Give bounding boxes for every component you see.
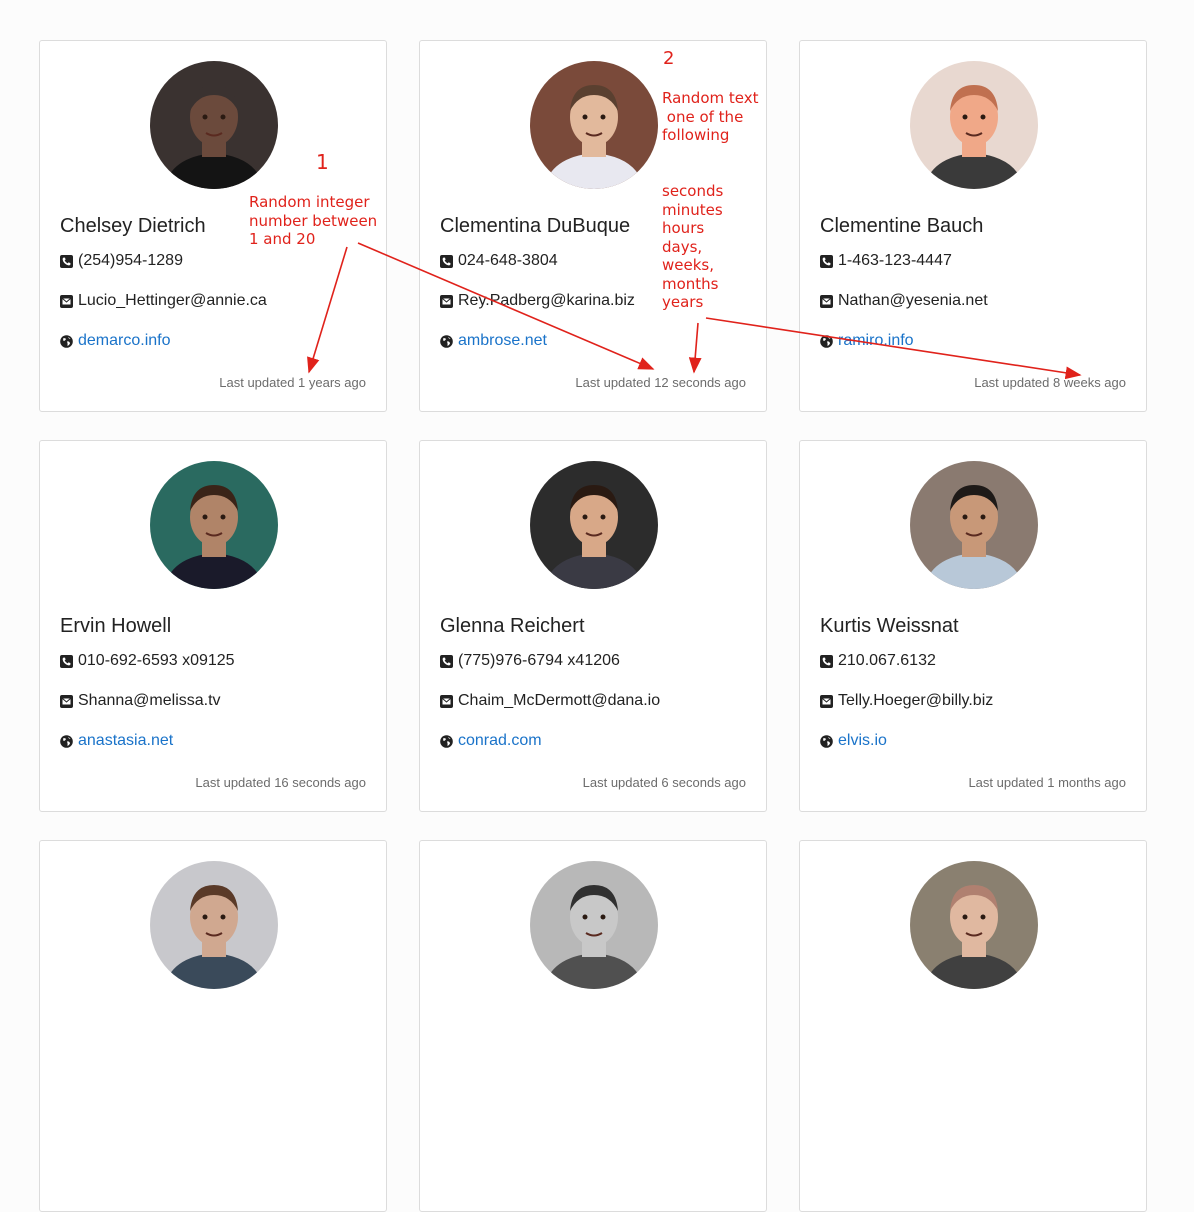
website-link[interactable]: demarco.info xyxy=(78,332,171,350)
phone-icon xyxy=(820,654,833,668)
globe-icon xyxy=(60,734,73,748)
last-updated: Last updated 1 months ago xyxy=(968,775,1126,790)
phone-row: 210.067.6132 xyxy=(820,652,936,670)
phone-row: 024-648-3804 xyxy=(440,252,558,270)
contact-card: Clementine Bauch 1-463-123-4447 Nathan@yes… xyxy=(799,40,1147,412)
phone-icon xyxy=(440,654,453,668)
globe-icon xyxy=(820,734,833,748)
annotation-1-text: Random integer number between 1 and 20 xyxy=(249,193,378,248)
email-row: Nathan@yesenia.net xyxy=(820,292,988,310)
email-address: Lucio_Hettinger@annie.ca xyxy=(78,292,267,309)
email-row: Rey.Padberg@karina.biz xyxy=(440,292,635,310)
globe-icon xyxy=(440,734,453,748)
phone-number: 010-692-6593 x09125 xyxy=(78,652,235,669)
email-address: Rey.Padberg@karina.biz xyxy=(458,292,635,309)
contact-card: Glenna Reichert (775)976-6794 x41206 Chaim… xyxy=(419,440,767,812)
annotation-2-number: 2 xyxy=(663,48,675,69)
contact-card xyxy=(39,840,387,1212)
website-link[interactable]: elvis.io xyxy=(838,732,887,750)
email-address: Nathan@yesenia.net xyxy=(838,292,988,309)
website-row: ramiro.info xyxy=(820,332,914,350)
annotation-1-number: 1 xyxy=(316,150,329,174)
contact-name: Ervin Howell xyxy=(60,615,172,637)
avatar xyxy=(150,861,278,989)
website-link[interactable]: anastasia.net xyxy=(78,732,173,750)
email-address: Chaim_McDermott@dana.io xyxy=(458,692,661,709)
phone-row: 1-463-123-4447 xyxy=(820,252,952,270)
phone-number: 1-463-123-4447 xyxy=(838,252,952,269)
phone-icon xyxy=(60,254,73,268)
phone-row: (775)976-6794 x41206 xyxy=(440,652,620,670)
last-updated: Last updated 8 weeks ago xyxy=(974,375,1126,390)
phone-icon xyxy=(60,654,73,668)
phone-number: 210.067.6132 xyxy=(838,652,936,669)
website-link[interactable]: ambrose.net xyxy=(458,332,547,350)
email-row: Lucio_Hettinger@annie.ca xyxy=(60,292,267,310)
annotation-2-list: seconds minutes hours days, weeks, month… xyxy=(662,182,724,311)
avatar xyxy=(530,61,658,189)
last-updated: Last updated 16 seconds ago xyxy=(195,775,366,790)
envelope-icon xyxy=(440,694,453,708)
phone-number: 024-648-3804 xyxy=(458,252,558,269)
avatar xyxy=(530,461,658,589)
email-row: Telly.Hoeger@billy.biz xyxy=(820,692,993,710)
last-updated: Last updated 6 seconds ago xyxy=(582,775,746,790)
contact-card xyxy=(799,840,1147,1212)
website-link[interactable]: conrad.com xyxy=(458,732,542,750)
phone-row: 010-692-6593 x09125 xyxy=(60,652,235,670)
envelope-icon xyxy=(60,694,73,708)
website-row: anastasia.net xyxy=(60,732,173,750)
contact-card: Kurtis Weissnat 210.067.6132 Telly.Hoeger@… xyxy=(799,440,1147,812)
website-link[interactable]: ramiro.info xyxy=(838,332,914,350)
contact-name: Glenna Reichert xyxy=(440,615,585,637)
envelope-icon xyxy=(820,694,833,708)
avatar xyxy=(150,61,278,189)
contact-name: Clementine Bauch xyxy=(820,215,984,237)
avatar xyxy=(530,861,658,989)
contact-name: Chelsey Dietrich xyxy=(60,215,206,237)
avatar xyxy=(910,61,1038,189)
globe-icon xyxy=(820,334,833,348)
website-row: elvis.io xyxy=(820,732,887,750)
avatar xyxy=(910,461,1038,589)
email-row: Chaim_McDermott@dana.io xyxy=(440,692,660,710)
last-updated: Last updated 12 seconds ago xyxy=(575,375,746,390)
globe-icon xyxy=(440,334,453,348)
avatar xyxy=(150,461,278,589)
phone-icon xyxy=(440,254,453,268)
phone-row: (254)954-1289 xyxy=(60,252,183,270)
globe-icon xyxy=(60,334,73,348)
annotation-2-text: Random text one of the following xyxy=(662,89,759,144)
envelope-icon xyxy=(820,294,833,308)
contact-card xyxy=(419,840,767,1212)
email-address: Shanna@melissa.tv xyxy=(78,692,221,709)
phone-number: (254)954-1289 xyxy=(78,252,183,269)
website-row: conrad.com xyxy=(440,732,542,750)
contact-name: Kurtis Weissnat xyxy=(820,615,959,637)
contact-name: Clementina DuBuque xyxy=(440,215,631,237)
last-updated: Last updated 1 years ago xyxy=(219,375,366,390)
contact-card: Ervin Howell 010-692-6593 x09125 Shanna@me… xyxy=(39,440,387,812)
phone-icon xyxy=(820,254,833,268)
website-row: demarco.info xyxy=(60,332,171,350)
phone-number: (775)976-6794 x41206 xyxy=(458,652,620,669)
website-row: ambrose.net xyxy=(440,332,547,350)
avatar xyxy=(910,861,1038,989)
email-row: Shanna@melissa.tv xyxy=(60,692,221,710)
email-address: Telly.Hoeger@billy.biz xyxy=(838,692,994,709)
envelope-icon xyxy=(60,294,73,308)
envelope-icon xyxy=(440,294,453,308)
